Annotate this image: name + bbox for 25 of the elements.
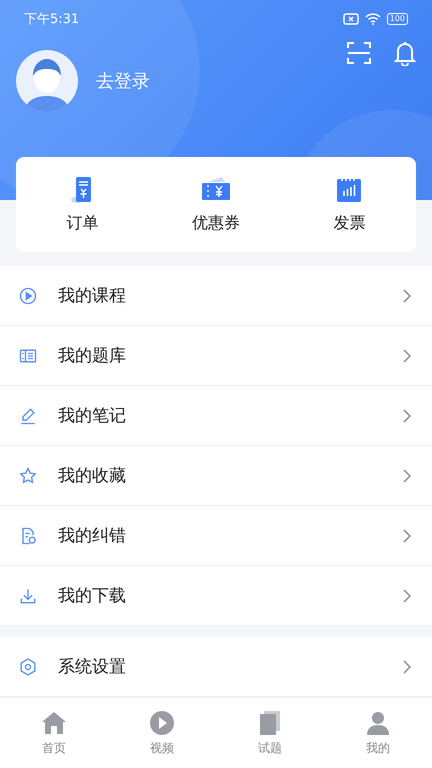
tab[interactable]: 首页 (0, 698, 108, 768)
bell-icon[interactable] (394, 40, 416, 66)
menu-item[interactable]: 我的下载 (0, 566, 432, 626)
person-icon (364, 710, 392, 736)
menu-item[interactable]: 我的笔记 (0, 386, 432, 446)
shortcut-button[interactable]: 订单 (16, 157, 150, 252)
shortcut-button[interactable]: 优惠券 (149, 157, 283, 252)
battery-level: 100 (386, 13, 408, 25)
home-icon (40, 710, 68, 736)
menu-item[interactable]: 我的收藏 (0, 446, 432, 506)
no-sim-icon (342, 13, 359, 25)
play-icon (148, 710, 176, 736)
tab[interactable]: 我的 (324, 698, 432, 768)
scan-icon[interactable] (346, 40, 372, 66)
shortcut-button[interactable]: 发票 (282, 157, 416, 252)
wifi-icon (364, 13, 381, 25)
tab[interactable]: 试题 (216, 698, 324, 768)
settings-icon (18, 656, 38, 676)
status-time: 下午5:31 (24, 11, 80, 28)
menu-item[interactable]: 我的纠错 (0, 506, 432, 566)
play-icon (18, 286, 38, 306)
star-icon (18, 466, 38, 486)
menu-item[interactable]: 我的题库 (0, 326, 432, 386)
menu-item[interactable]: 我的课程 (0, 266, 432, 326)
tab[interactable]: 视频 (108, 698, 216, 768)
